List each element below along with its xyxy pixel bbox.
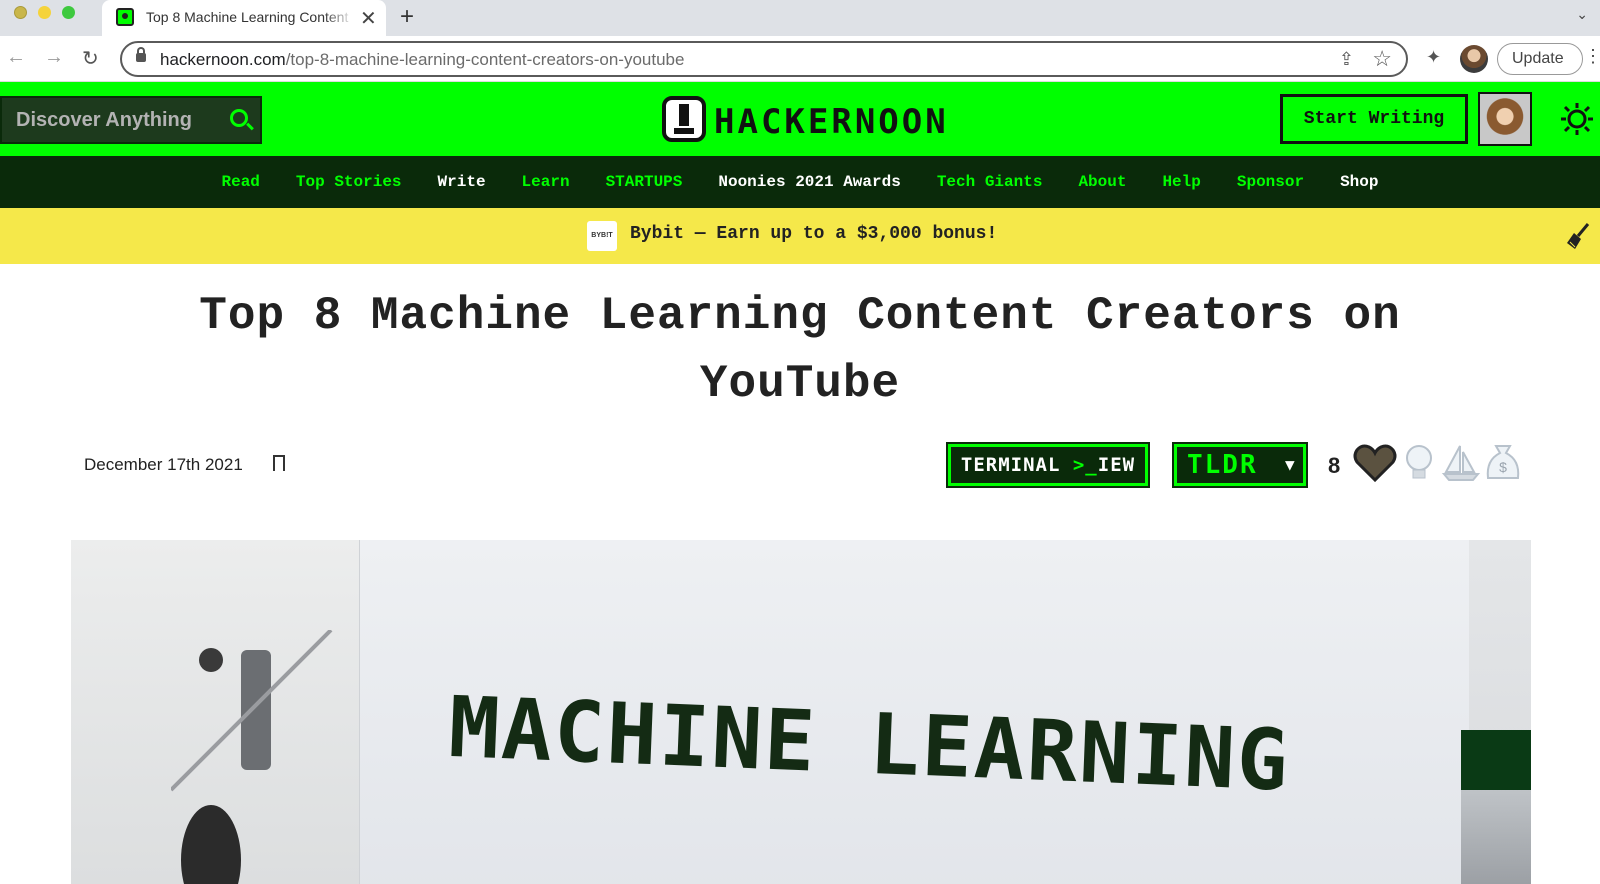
share-icon[interactable]: ⇪ — [1339, 49, 1354, 70]
reload-icon[interactable]: ↻ — [82, 46, 99, 71]
theme-toggle-sun-icon[interactable] — [1560, 102, 1594, 136]
tab-search-chevron-icon[interactable]: ⌄ — [1576, 6, 1588, 23]
lock-icon[interactable] — [136, 47, 146, 62]
terminal-label-1: TERMINAL — [960, 454, 1073, 476]
browser-profile-avatar[interactable] — [1460, 45, 1488, 73]
terminal-label-accent: >_ — [1072, 454, 1098, 476]
promo-banner[interactable]: BYB!T Bybit — Earn up to a $3,000 bonus! — [0, 208, 1600, 264]
url-path: /top-8-machine-learning-content-creators… — [285, 50, 685, 69]
forward-arrow-icon[interactable]: → — [44, 46, 64, 69]
browser-tab-active[interactable]: Top 8 Machine Learning Content Creators … — [102, 0, 386, 36]
window-close-button[interactable] — [14, 6, 27, 19]
bookmark-icon[interactable] — [273, 455, 285, 473]
terminal-label-2: IEW — [1097, 454, 1136, 476]
window-maximize-button[interactable] — [62, 6, 75, 19]
tab-close-icon[interactable]: ✕ — [360, 6, 377, 31]
heart-reaction-icon[interactable] — [1352, 440, 1398, 486]
new-tab-button[interactable]: + — [400, 3, 414, 31]
bybit-logo: BYB!T — [587, 221, 617, 251]
url-domain: hackernoon.com — [160, 50, 286, 69]
chevron-down-icon: ▼ — [1285, 455, 1297, 474]
tldr-dropdown-button[interactable]: TLDR ▼ — [1172, 442, 1308, 488]
lightbulb-reaction-icon[interactable] — [1396, 440, 1442, 486]
logo-text: HACKERNOON — [714, 102, 949, 142]
extensions-puzzle-icon[interactable]: ✦ — [1426, 47, 1441, 68]
nav-item-read[interactable]: Read — [222, 173, 260, 191]
nav-item-help[interactable]: Help — [1162, 173, 1200, 191]
start-writing-button[interactable]: Start Writing — [1280, 94, 1468, 144]
broom-icon[interactable] — [1566, 222, 1590, 250]
main-nav: Read Top Stories Write Learn STARTUPS Noonies… — [0, 156, 1600, 208]
nav-item-write[interactable]: Write — [438, 173, 486, 191]
nav-item-tech-giants[interactable]: Tech Giants — [937, 173, 1043, 191]
search-icon[interactable] — [230, 109, 248, 127]
browser-tab-bar: Top 8 Machine Learning Content Creators … — [0, 0, 1600, 36]
search-placeholder: Discover Anything — [16, 109, 192, 131]
nav-item-learn[interactable]: Learn — [522, 173, 570, 191]
browser-toolbar: ← → ↻ hackernoon.com/top-8-machine-learn… — [0, 36, 1600, 82]
article-title: Top 8 Machine Learning Content Creators … — [199, 290, 1401, 410]
address-bar[interactable]: hackernoon.com/top-8-machine-learning-co… — [120, 41, 1408, 77]
hackernoon-favicon-icon — [116, 8, 134, 26]
back-arrow-icon[interactable]: ← — [6, 46, 26, 69]
user-avatar[interactable] — [1478, 92, 1532, 146]
promo-text[interactable]: Bybit — Earn up to a $3,000 bonus! — [630, 224, 997, 244]
search-input[interactable]: Discover Anything — [0, 96, 262, 144]
url-text[interactable]: hackernoon.com/top-8-machine-learning-co… — [160, 50, 684, 70]
hero-image: MACHINE LEARNING — [71, 540, 1531, 884]
nav-item-startups[interactable]: STARTUPS — [606, 173, 683, 191]
update-button[interactable]: Update — [1497, 43, 1583, 75]
browser-menu-kebab-icon[interactable]: ⋮ — [1584, 46, 1600, 67]
tab-title: Top 8 Machine Learning Content Creators … — [146, 9, 352, 25]
svg-text:$: $ — [1499, 459, 1507, 475]
nav-item-about[interactable]: About — [1078, 173, 1126, 191]
nav-item-shop[interactable]: Shop — [1340, 173, 1378, 191]
hackernoon-logo-icon — [662, 96, 706, 142]
terminal-view-button[interactable]: TERMINAL >_IEW — [946, 442, 1150, 488]
nav-item-sponsor[interactable]: Sponsor — [1237, 173, 1304, 191]
nav-item-noonies-2021-awards[interactable]: Noonies 2021 Awards — [718, 173, 900, 191]
window-minimize-button[interactable] — [38, 6, 51, 19]
reaction-count: 8 — [1328, 453, 1341, 478]
boat-reaction-icon[interactable] — [1438, 440, 1484, 486]
nav-item-top-stories[interactable]: Top Stories — [296, 173, 402, 191]
tldr-label: TLDR — [1187, 450, 1258, 480]
bookmark-star-icon[interactable]: ☆ — [1372, 46, 1392, 72]
publish-date: December 17th 2021 — [84, 455, 243, 474]
typewriter-illustration — [171, 630, 333, 884]
money-bag-reaction-icon[interactable]: $ — [1480, 440, 1526, 486]
site-header: Discover Anything HACKERNOON Start Writi… — [0, 82, 1600, 156]
